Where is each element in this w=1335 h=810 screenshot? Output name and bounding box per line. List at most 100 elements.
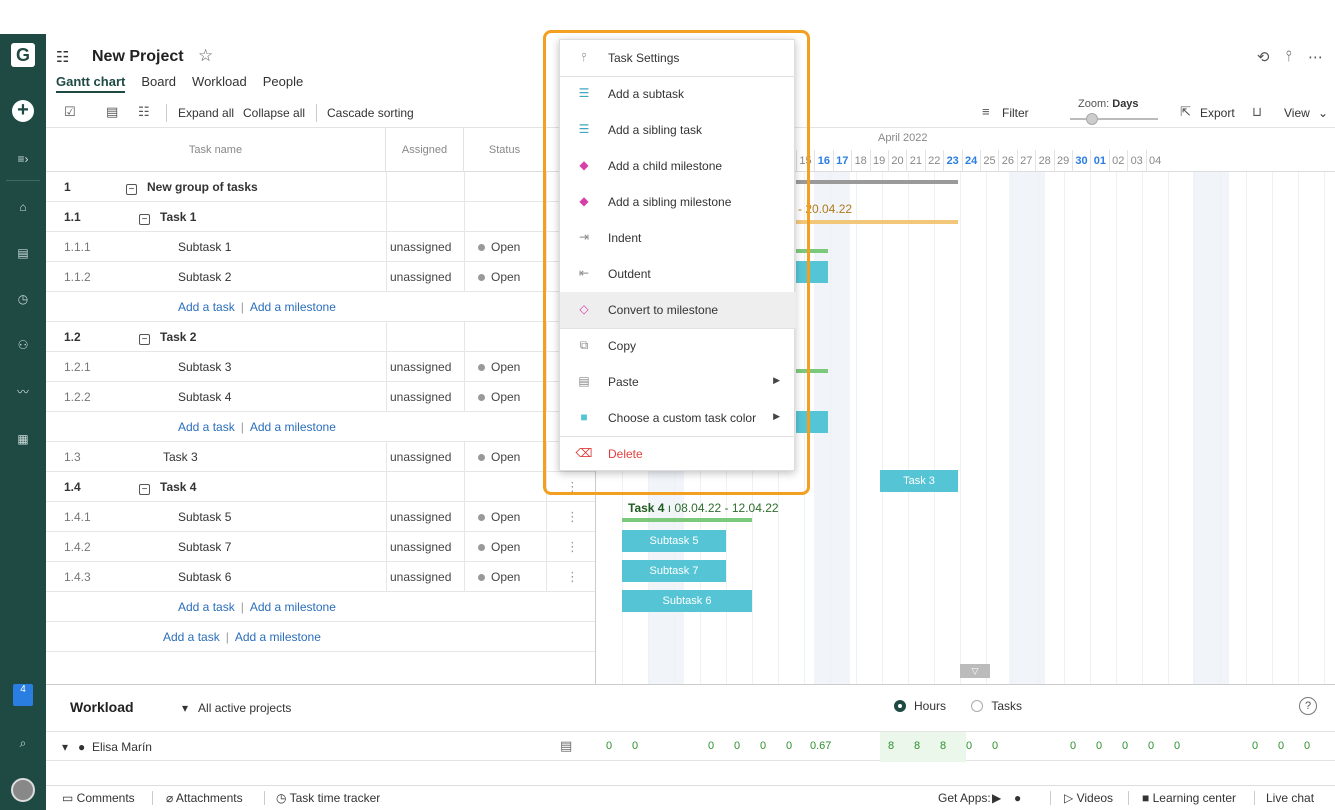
col-task-name[interactable]: Task name — [46, 128, 386, 172]
apple-store-icon[interactable]: ● — [1014, 791, 1021, 805]
play-store-icon[interactable]: ▶ — [992, 791, 1001, 805]
add-task-link[interactable]: Add a task — [178, 420, 235, 434]
subtask5-bar[interactable]: Subtask 5 — [622, 530, 726, 552]
status-badge[interactable]: Open — [478, 450, 520, 464]
tab-workload[interactable]: Workload — [192, 74, 247, 93]
col-status[interactable]: Status — [464, 128, 546, 172]
task-row[interactable]: 1.3Task 3unassignedOpen⋮ — [46, 442, 595, 472]
scroll-down-handle[interactable]: ▽ — [960, 664, 990, 678]
time-tracker-button[interactable]: ◷ Task time tracker — [276, 791, 380, 805]
add-milestone-link[interactable]: Add a milestone — [250, 600, 336, 614]
learning-center-button[interactable]: ■ Learning center — [1142, 791, 1236, 805]
search-icon[interactable]: ⌕ — [0, 728, 46, 758]
task-row[interactable]: 1.1.2 Subtask 2 unassigned Open — [46, 262, 595, 292]
status-badge[interactable]: Open — [478, 270, 520, 284]
add-task-link[interactable]: Add a task — [178, 600, 235, 614]
tab-board[interactable]: Board — [141, 74, 176, 93]
col-assigned[interactable]: Assigned — [386, 128, 464, 172]
apps-icon[interactable]: ▦ — [0, 424, 46, 454]
add-task-link[interactable]: Add a task — [163, 630, 220, 644]
status-badge[interactable]: Open — [478, 360, 520, 374]
projects-icon[interactable]: ▤ — [0, 238, 46, 268]
select-all-icon[interactable]: ☑ — [64, 104, 76, 120]
add-task-link[interactable]: Add a task — [178, 300, 235, 314]
collapse-icon[interactable]: − — [139, 334, 150, 345]
baseline-icon[interactable]: ⊔ — [1252, 104, 1262, 120]
favorite-star-icon[interactable]: ☆ — [198, 46, 213, 66]
add-links-row[interactable]: Add a task | Add a milestone — [46, 412, 595, 442]
videos-button[interactable]: ▷ Videos — [1064, 791, 1113, 805]
row-menu-icon[interactable]: ⋮ — [566, 539, 579, 555]
project-title[interactable]: New Project — [92, 48, 184, 66]
attachments-button[interactable]: ⌀ Attachments — [166, 791, 243, 805]
task-row[interactable]: 1.1.1 Subtask 1 unassigned Open — [46, 232, 595, 262]
task-row[interactable]: 1.2.2 Subtask 4 unassigned Open — [46, 382, 595, 412]
task-name[interactable]: Task 3 — [163, 450, 198, 464]
task-list-icon[interactable]: ▤ — [106, 104, 118, 120]
status-badge[interactable]: Open — [478, 570, 520, 584]
tab-gantt-chart[interactable]: Gantt chart — [56, 74, 126, 93]
task-name[interactable]: − Task 4 — [139, 480, 196, 495]
add-links-row[interactable]: Add a task | Add a milestone — [46, 622, 595, 652]
group-progress-bar[interactable] — [796, 220, 958, 224]
filter-icon[interactable]: ≡ — [982, 104, 990, 119]
task-name[interactable]: Subtask 6 — [178, 570, 231, 584]
status-badge[interactable]: Open — [478, 390, 520, 404]
row-menu-icon[interactable]: ⋮ — [566, 509, 579, 525]
task-row[interactable]: 1 − New group of tasks — [46, 172, 595, 202]
assignee[interactable]: unassigned — [390, 540, 451, 554]
zoom-slider[interactable]: Zoom: Days — [1058, 98, 1178, 128]
add-milestone-link[interactable]: Add a milestone — [235, 630, 321, 644]
task-name[interactable]: Subtask 1 — [178, 240, 231, 254]
assignee[interactable]: unassigned — [390, 570, 451, 584]
filter-button[interactable]: Filter — [1002, 106, 1029, 120]
calendar-icon[interactable]: ▤ — [560, 738, 572, 754]
app-logo[interactable]: G — [0, 40, 46, 70]
task-name[interactable]: Subtask 3 — [178, 360, 231, 374]
task-row[interactable]: 1.1 − Task 1 — [46, 202, 595, 232]
assignee[interactable]: unassigned — [390, 450, 451, 464]
collapse-all-button[interactable]: Collapse all — [243, 106, 305, 120]
row-menu-icon[interactable]: ⋮ — [566, 569, 579, 585]
task-row[interactable]: 1.2 − Task 2 — [46, 322, 595, 352]
tasks-radio[interactable]: Tasks — [971, 699, 1022, 713]
task-name[interactable]: − New group of tasks — [126, 180, 258, 195]
collapse-icon[interactable]: − — [139, 214, 150, 225]
task-row[interactable]: 1.4.3 Subtask 6 unassigned Open ⋮ — [46, 562, 595, 592]
add-milestone-link[interactable]: Add a milestone — [250, 300, 336, 314]
expand-menu-icon[interactable]: ≡› — [0, 144, 46, 174]
task3-bar[interactable]: Task 3 — [880, 470, 958, 492]
tab-people[interactable]: People — [263, 74, 303, 93]
history-icon[interactable]: ⟲ — [1257, 48, 1270, 66]
more-icon[interactable]: ⋯ — [1308, 48, 1323, 66]
people-icon[interactable]: ⚇ — [0, 330, 46, 360]
group-summary-bar[interactable] — [796, 180, 958, 184]
status-badge[interactable]: Open — [478, 510, 520, 524]
cascade-sorting-button[interactable]: Cascade sorting — [327, 106, 414, 120]
project-filter-dropdown[interactable]: ▾ All active projects — [182, 701, 291, 715]
task-name[interactable]: Subtask 7 — [178, 540, 231, 554]
collapse-icon[interactable]: − — [126, 184, 137, 195]
task4-bar[interactable] — [622, 518, 752, 522]
task-name[interactable]: − Task 1 — [139, 210, 196, 225]
help-icon[interactable]: ? — [1299, 697, 1317, 715]
task-row[interactable]: 1.4.1 Subtask 5 unassigned Open ⋮ — [46, 502, 595, 532]
export-icon[interactable]: ⇱ — [1180, 104, 1191, 120]
expand-all-button[interactable]: Expand all — [178, 106, 234, 120]
assignee[interactable]: unassigned — [390, 390, 451, 404]
task-row[interactable]: 1.2.1 Subtask 3 unassigned Open — [46, 352, 595, 382]
view-button[interactable]: View — [1284, 106, 1310, 120]
home-icon[interactable]: ⌂ — [0, 192, 46, 222]
add-milestone-link[interactable]: Add a milestone — [250, 420, 336, 434]
status-badge[interactable]: Open — [478, 540, 520, 554]
hours-radio[interactable]: Hours — [894, 699, 946, 713]
assignee[interactable]: unassigned — [390, 360, 451, 374]
live-chat-button[interactable]: Live chat — [1266, 791, 1314, 805]
notifications-badge[interactable]: 4 — [13, 684, 33, 706]
export-button[interactable]: Export — [1200, 106, 1235, 120]
add-links-row[interactable]: Add a task | Add a milestone — [46, 592, 595, 622]
assignee[interactable]: unassigned — [390, 270, 451, 284]
subtask7-bar[interactable]: Subtask 7 — [622, 560, 726, 582]
clock-icon[interactable]: ◷ — [0, 284, 46, 314]
task-row[interactable]: 1.4.2 Subtask 7 unassigned Open ⋮ — [46, 532, 595, 562]
